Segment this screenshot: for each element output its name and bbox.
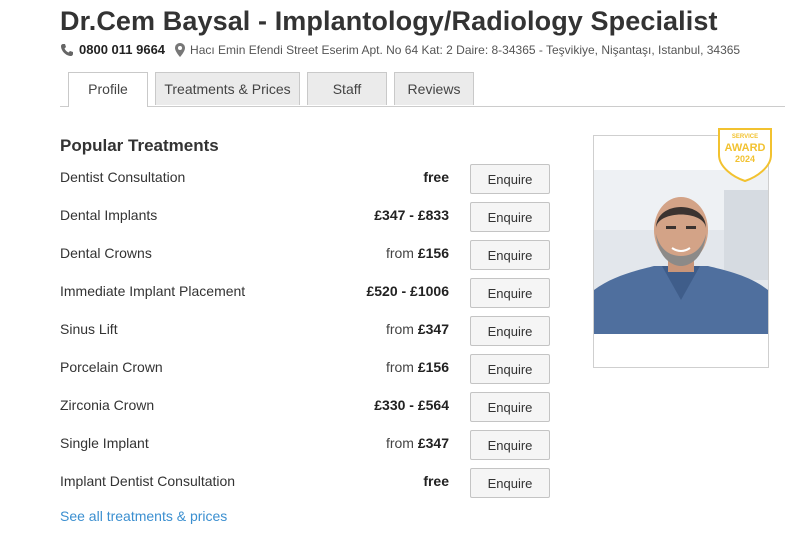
service-award-badge: SERVICE AWARD 2024 [717,127,773,183]
treatment-name: Dental Implants [60,207,158,223]
enquire-button[interactable]: Enquire [470,354,550,384]
phone-number[interactable]: 0800 011 9664 [79,42,165,57]
treatment-row: Immediate Implant Placement £520 - £1006… [60,274,555,312]
treatment-name: Immediate Implant Placement [60,283,246,299]
enquire-button[interactable]: Enquire [470,316,550,346]
treatment-name: Dentist Consultation [60,169,186,185]
treatment-row: Implant Dentist Consultation free Enquir… [60,464,555,502]
treatment-name: Zirconia Crown [60,397,155,413]
enquire-button[interactable]: Enquire [470,392,550,422]
svg-text:SERVICE: SERVICE [732,134,758,140]
treatment-name: Sinus Lift [60,321,118,337]
see-all-treatments-link[interactable]: See all treatments & prices [60,508,227,524]
treatment-price: from £156 [385,359,449,375]
tab-reviews[interactable]: Reviews [394,72,474,105]
svg-text:2024: 2024 [735,154,755,164]
tab-profile[interactable]: Profile [68,72,148,107]
contact-bar: 0800 011 9664 Hacı Emin Efendi Street Es… [60,42,740,57]
enquire-button[interactable]: Enquire [470,240,550,270]
tab-staff[interactable]: Staff [307,72,387,105]
treatment-price: from £347 [385,435,449,451]
treatment-name: Implant Dentist Consultation [60,473,236,489]
treatment-row: Dental Implants £347 - £833 Enquire [60,198,555,236]
enquire-button[interactable]: Enquire [470,468,550,498]
tab-treatments-prices[interactable]: Treatments & Prices [155,72,300,105]
phone-icon [60,43,74,57]
treatment-row: Dentist Consultation free Enquire [60,160,555,198]
profile-tabs: Profile Treatments & Prices Staff Review… [60,72,785,107]
address-text: Hacı Emin Efendi Street Eserim Apt. No 6… [190,42,741,57]
treatment-row: Single Implant from £347 Enquire [60,426,555,464]
enquire-button[interactable]: Enquire [470,278,550,308]
treatment-price: £520 - £1006 [366,283,449,299]
treatment-row: Zirconia Crown £330 - £564 Enquire [60,388,555,426]
treatment-name: Porcelain Crown [60,359,163,375]
enquire-button[interactable]: Enquire [470,202,550,232]
treatment-list: Dentist Consultation free Enquire Dental… [60,160,555,502]
treatment-row: Porcelain Crown from £156 Enquire [60,350,555,388]
enquire-button[interactable]: Enquire [470,430,550,460]
treatment-price: from £156 [385,245,449,261]
doctor-photo [594,170,768,334]
doctor-photo-card: SERVICE AWARD 2024 [593,128,772,368]
treatment-name: Dental Crowns [60,245,152,261]
map-pin-icon [175,42,186,57]
page-title: Dr.Cem Baysal - Implantology/Radiology S… [60,6,718,36]
svg-text:AWARD: AWARD [725,142,766,154]
treatment-price: from £347 [385,321,449,337]
treatment-price: £330 - £564 [374,397,449,413]
treatment-price: free [423,473,449,489]
treatment-price: £347 - £833 [374,207,449,223]
treatment-row: Sinus Lift from £347 Enquire [60,312,555,350]
treatment-name: Single Implant [60,435,149,451]
treatment-price: free [423,169,449,185]
enquire-button[interactable]: Enquire [470,164,550,194]
popular-treatments-heading: Popular Treatments [60,136,219,155]
treatment-row: Dental Crowns from £156 Enquire [60,236,555,274]
